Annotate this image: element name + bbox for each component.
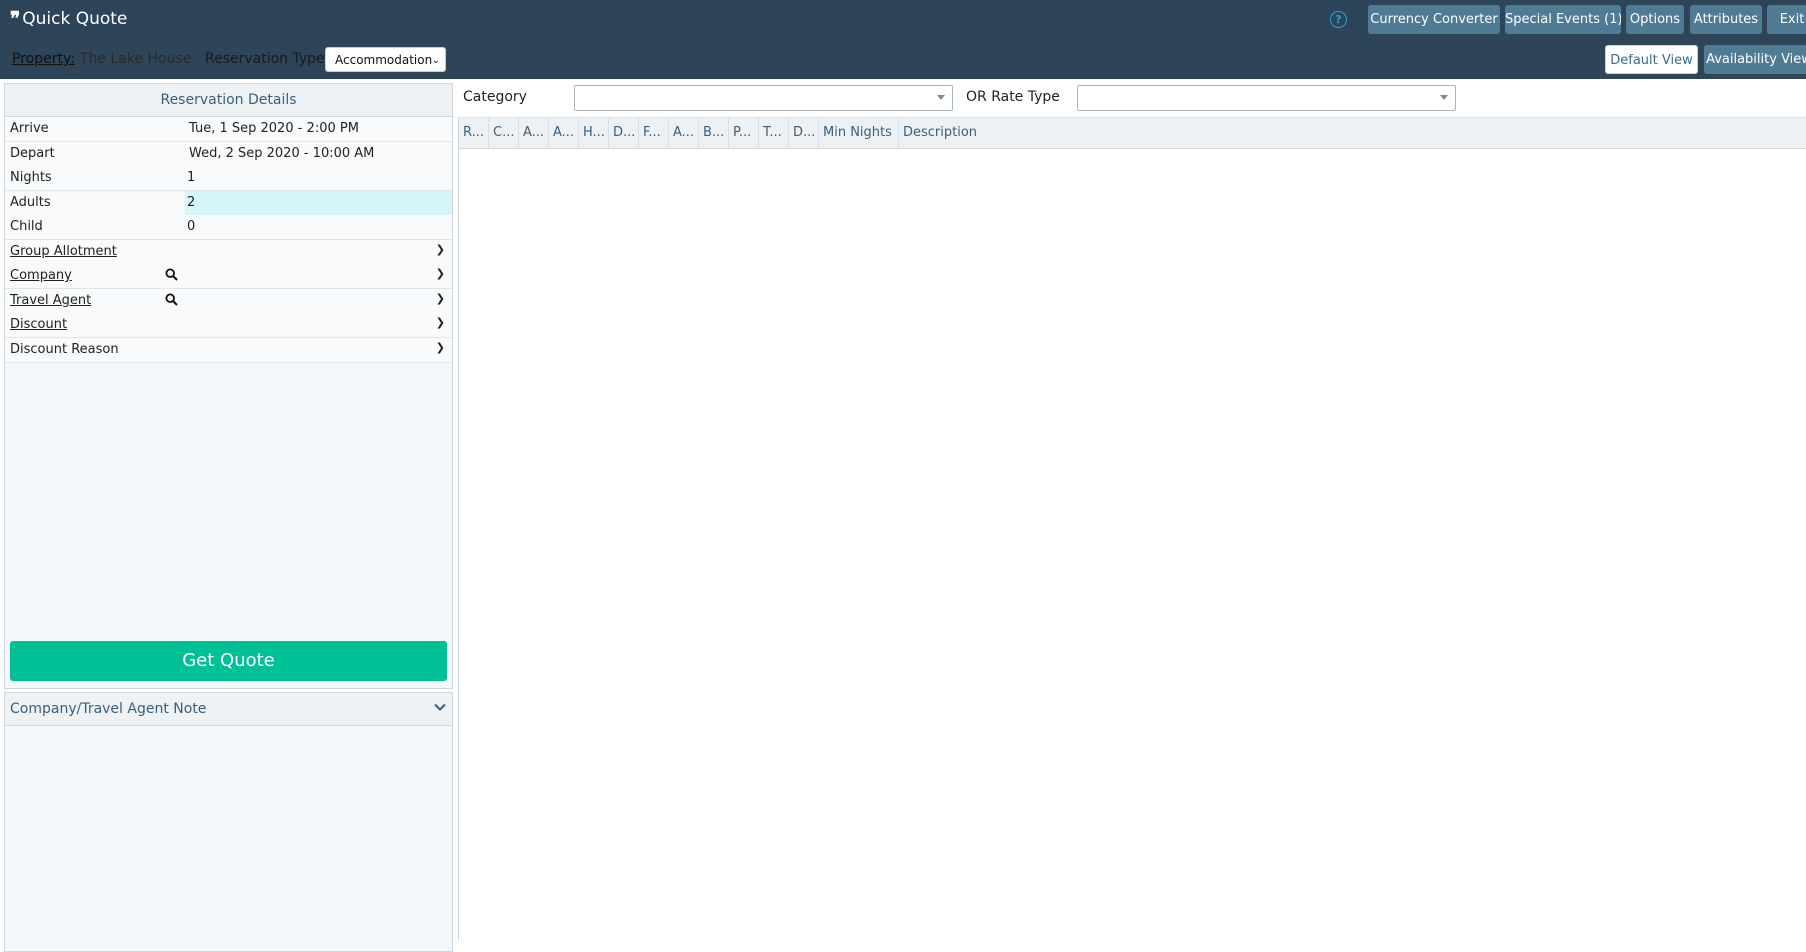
nights-row: Nights 1 — [5, 166, 452, 191]
rates-grid: R... C... A... A... H... D... F... A... … — [458, 117, 1806, 941]
column-header[interactable]: T... — [759, 118, 789, 148]
get-quote-button[interactable]: Get Quote — [10, 641, 447, 681]
reservation-type-value: Accommodation — [335, 53, 433, 67]
arrive-value[interactable]: Tue, 1 Sep 2020 - 2:00 PM — [189, 121, 359, 136]
quote-icon: ❞ — [10, 8, 20, 30]
arrive-label: Arrive — [10, 121, 49, 136]
discount-reason-row: Discount Reason ❯ — [5, 338, 452, 363]
group-allotment-select[interactable] — [185, 240, 452, 264]
discount-link[interactable]: Discount — [10, 317, 67, 332]
app-title: ❞ Quick Quote — [10, 8, 127, 30]
discount-select[interactable] — [185, 313, 452, 337]
travel-agent-row: Travel Agent ❯ — [5, 289, 452, 314]
reservation-details-header: Reservation Details — [5, 84, 452, 117]
chevron-down-icon: ❯ — [435, 243, 445, 256]
company-row: Company ❯ — [5, 264, 452, 289]
nights-input[interactable]: 1 — [187, 170, 195, 185]
company-select[interactable] — [185, 264, 452, 288]
note-header[interactable]: Company/Travel Agent Note — [5, 693, 452, 726]
group-allotment-row: Group Allotment ❯ — [5, 240, 452, 265]
group-allotment-link[interactable]: Group Allotment — [10, 244, 117, 259]
company-link[interactable]: Company — [10, 268, 72, 283]
search-icon[interactable] — [165, 268, 178, 284]
property-row: Property: The Lake House — [12, 51, 191, 67]
reservation-type-label: Reservation Type: — [205, 51, 330, 67]
reservation-details-panel: Reservation Details Arrive Tue, 1 Sep 20… — [4, 83, 453, 689]
exit-button[interactable]: Exit — [1767, 5, 1806, 34]
child-row: Child 0 — [5, 215, 452, 240]
chevron-down-icon: ⌄ — [431, 55, 440, 66]
depart-row: Depart Wed, 2 Sep 2020 - 10:00 AM — [5, 142, 452, 167]
column-header[interactable]: A... — [519, 118, 549, 148]
depart-value[interactable]: Wed, 2 Sep 2020 - 10:00 AM — [189, 146, 374, 161]
category-label: Category — [463, 89, 527, 105]
rate-type-select[interactable] — [1077, 85, 1456, 111]
adults-row: Adults 2 — [5, 191, 452, 216]
discount-reason-select[interactable] — [185, 338, 452, 362]
grid-header: R... C... A... A... H... D... F... A... … — [459, 117, 1806, 149]
child-input[interactable]: 0 — [187, 219, 195, 234]
chevron-down-icon[interactable] — [434, 693, 446, 725]
top-bar: ❞ Quick Quote ? Currency Converter Speci… — [0, 0, 1806, 79]
column-header[interactable]: F... — [639, 118, 669, 148]
default-view-button[interactable]: Default View — [1605, 45, 1698, 74]
chevron-down-icon: ❯ — [435, 316, 445, 329]
chevron-down-icon: ❯ — [435, 292, 445, 305]
search-icon[interactable] — [165, 293, 178, 309]
column-header[interactable]: H... — [579, 118, 609, 148]
help-icon[interactable]: ? — [1330, 11, 1347, 28]
dropdown-arrow-icon — [1440, 95, 1448, 100]
adults-value: 2 — [187, 195, 196, 210]
category-select[interactable] — [574, 85, 953, 111]
company-travel-agent-note-panel: Company/Travel Agent Note — [4, 692, 453, 952]
discount-row: Discount ❯ — [5, 313, 452, 338]
child-label: Child — [10, 219, 43, 234]
depart-label: Depart — [10, 146, 55, 161]
currency-converter-button[interactable]: Currency Converter — [1368, 5, 1500, 34]
column-header[interactable]: A... — [549, 118, 579, 148]
column-header[interactable]: A... — [669, 118, 699, 148]
chevron-down-icon: ❯ — [435, 341, 445, 354]
special-events-button[interactable]: Special Events (1) — [1505, 5, 1621, 34]
nights-label: Nights — [10, 170, 52, 185]
discount-reason-label: Discount Reason — [10, 342, 119, 357]
chevron-down-icon: ❯ — [435, 267, 445, 280]
property-value: The Lake House — [79, 51, 192, 67]
column-header[interactable]: B... — [699, 118, 729, 148]
adults-label: Adults — [10, 195, 51, 210]
column-header-description[interactable]: Description — [899, 118, 1099, 148]
options-button[interactable]: Options — [1626, 5, 1684, 34]
adults-input[interactable] — [185, 191, 452, 215]
arrive-row: Arrive Tue, 1 Sep 2020 - 2:00 PM — [5, 117, 452, 142]
column-header[interactable]: C... — [489, 118, 519, 148]
attributes-button[interactable]: Attributes — [1690, 5, 1762, 34]
note-header-label: Company/Travel Agent Note — [10, 701, 207, 717]
property-link[interactable]: Property: — [12, 51, 75, 67]
reservation-type-select[interactable]: Accommodation ⌄ — [325, 47, 446, 72]
rate-type-label: OR Rate Type — [966, 89, 1060, 105]
travel-agent-select[interactable] — [185, 289, 452, 313]
column-header[interactable]: D... — [789, 118, 819, 148]
travel-agent-link[interactable]: Travel Agent — [10, 293, 91, 308]
column-header[interactable]: R... — [459, 118, 489, 148]
column-header[interactable]: D... — [609, 118, 639, 148]
availability-view-button[interactable]: Availability View — [1704, 45, 1806, 74]
column-header-min-nights[interactable]: Min Nights — [819, 118, 899, 148]
dropdown-arrow-icon — [937, 95, 945, 100]
column-header[interactable]: P... — [729, 118, 759, 148]
app-title-text: Quick Quote — [22, 9, 128, 29]
